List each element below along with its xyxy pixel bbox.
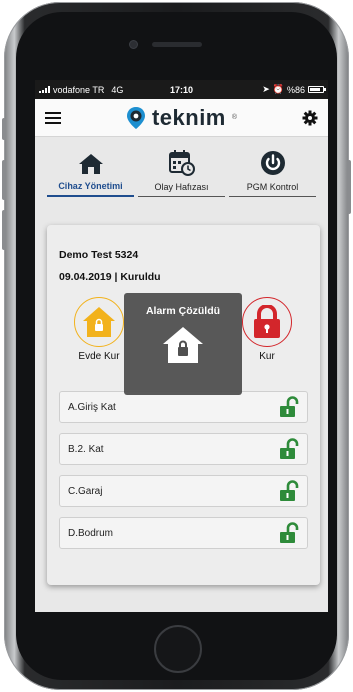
unlocked-icon bbox=[280, 438, 299, 459]
network-type: 4G bbox=[111, 84, 124, 95]
calendar-clock-icon bbox=[168, 150, 195, 176]
home-lock-icon bbox=[163, 327, 203, 363]
tab-label: Cihaz Yönetimi bbox=[58, 181, 123, 191]
device-name: Demo Test 5324 bbox=[59, 249, 139, 261]
status-bar: vodafone TR 4G 17:10 ➤ ⏰ %86 bbox=[35, 80, 328, 99]
alarm-toast: Alarm Çözüldü bbox=[124, 293, 242, 395]
registered-mark: ® bbox=[231, 114, 238, 121]
zone-row[interactable]: C.Garaj bbox=[59, 475, 308, 507]
home-lock-icon bbox=[83, 307, 115, 337]
home-button[interactable] bbox=[154, 625, 202, 673]
device-card: Demo Test 5324 09.04.2019 | Kuruldu Evde… bbox=[47, 225, 320, 585]
zone-label: B.2. Kat bbox=[68, 443, 104, 455]
zone-label: D.Bodrum bbox=[68, 527, 114, 539]
mode-kur-button[interactable] bbox=[242, 297, 292, 347]
unlocked-icon bbox=[280, 396, 299, 417]
alarm-clock-icon: ⏰ bbox=[272, 84, 284, 94]
carrier-name: vodafone TR bbox=[53, 84, 105, 95]
signal-icon bbox=[39, 86, 50, 93]
mode-kur[interactable]: Kur bbox=[237, 297, 297, 362]
brand-logo: teknim ® bbox=[126, 105, 237, 131]
home-icon bbox=[78, 154, 103, 174]
power-button bbox=[347, 160, 351, 214]
volume-up-button bbox=[2, 160, 6, 200]
mode-label: Evde Kur bbox=[78, 351, 120, 362]
unlocked-icon bbox=[280, 522, 299, 543]
tab-cihaz-yonetimi[interactable]: Cihaz Yönetimi bbox=[47, 137, 134, 197]
mode-label: Kur bbox=[259, 351, 275, 362]
tab-label: PGM Kontrol bbox=[246, 182, 299, 192]
lock-icon bbox=[254, 305, 280, 338]
zone-label: A.Giriş Kat bbox=[68, 401, 116, 413]
app-bar: teknim ® bbox=[35, 99, 328, 137]
toast-title: Alarm Çözüldü bbox=[145, 305, 221, 317]
device-status: 09.04.2019 | Kuruldu bbox=[59, 271, 161, 283]
mute-switch bbox=[2, 118, 6, 140]
tab-pgm-kontrol[interactable]: PGM Kontrol bbox=[229, 137, 316, 197]
zone-row[interactable]: D.Bodrum bbox=[59, 517, 308, 549]
menu-icon[interactable] bbox=[45, 111, 61, 124]
tab-olay-hafizasi[interactable]: Olay Hafızası bbox=[138, 137, 225, 197]
app-screen: vodafone TR 4G 17:10 ➤ ⏰ %86 teknim ® Ci… bbox=[35, 80, 328, 612]
gear-icon[interactable] bbox=[302, 110, 318, 126]
earpiece-speaker bbox=[152, 42, 202, 47]
location-icon: ➤ bbox=[262, 84, 270, 94]
battery-icon bbox=[308, 86, 326, 93]
power-icon bbox=[260, 151, 285, 175]
mode-evde-kur-button[interactable] bbox=[74, 297, 124, 347]
zone-label: C.Garaj bbox=[68, 485, 103, 497]
front-camera bbox=[129, 40, 138, 49]
battery-percent: %86 bbox=[286, 84, 305, 95]
zone-row[interactable]: B.2. Kat bbox=[59, 433, 308, 465]
unlocked-icon bbox=[280, 480, 299, 501]
brand-name: teknim bbox=[151, 104, 226, 130]
mode-evde-kur[interactable]: Evde Kur bbox=[69, 297, 129, 362]
volume-down-button bbox=[2, 210, 6, 250]
tab-bar: Cihaz Yönetimi Olay Hafızası PGM Kontrol bbox=[35, 137, 328, 197]
map-pin-logo-icon bbox=[126, 106, 145, 129]
tab-label: Olay Hafızası bbox=[154, 182, 209, 192]
zone-row[interactable]: A.Giriş Kat bbox=[59, 391, 308, 423]
